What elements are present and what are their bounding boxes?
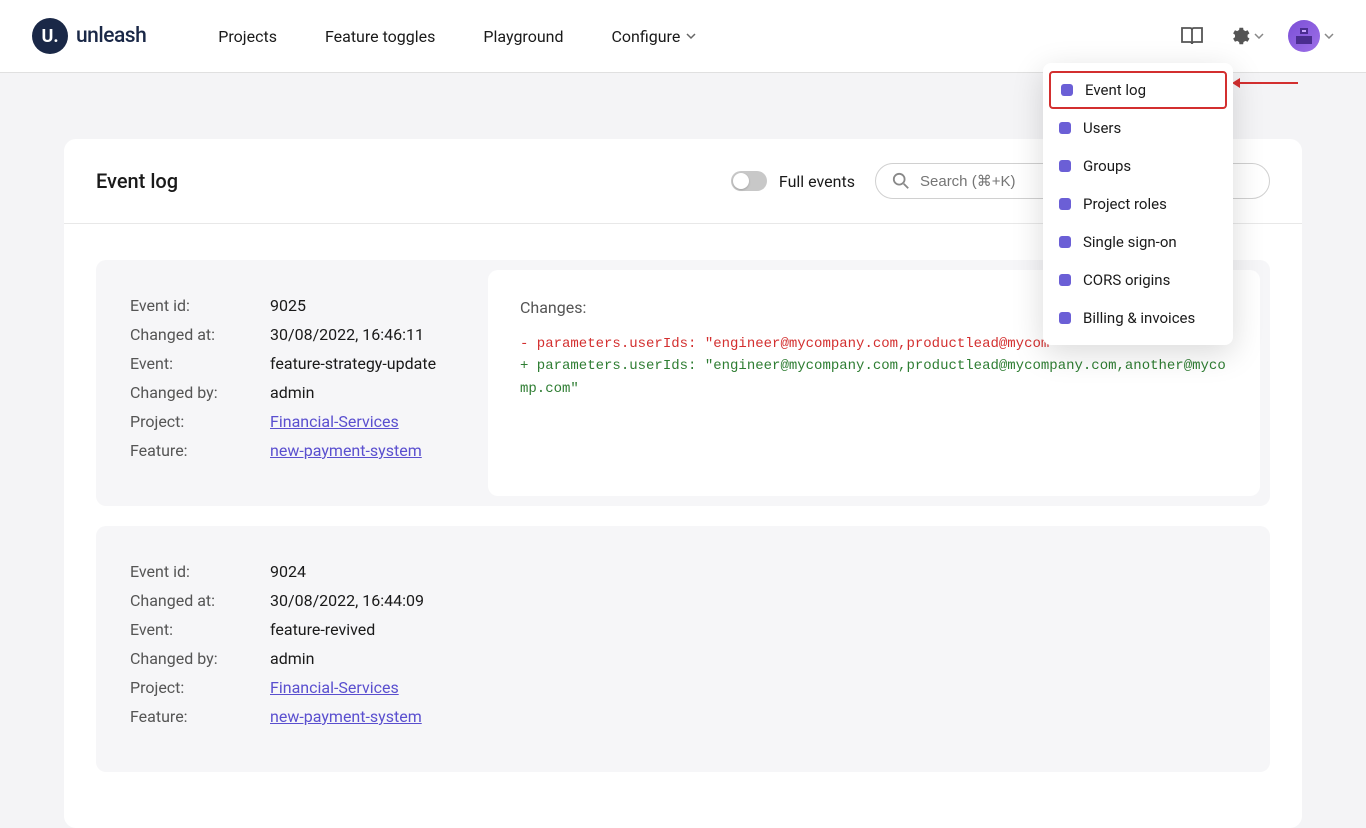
detail-row-feature: Feature: new-payment-system [130, 441, 454, 460]
dropdown-item-billing-invoices[interactable]: Billing & invoices [1043, 299, 1233, 337]
user-menu-trigger[interactable] [1288, 20, 1334, 52]
detail-row-changed-at: Changed at: 30/08/2022, 16:44:09 [130, 591, 454, 610]
dropdown-item-event-log[interactable]: Event log [1049, 71, 1227, 109]
event-card: Event id: 9024 Changed at: 30/08/2022, 1… [96, 526, 1270, 772]
detail-label: Changed at: [130, 325, 270, 344]
toggle-knob [733, 173, 749, 189]
detail-label: Event id: [130, 296, 270, 315]
chevron-down-icon [1254, 33, 1264, 39]
detail-value: 9025 [270, 296, 306, 315]
logo[interactable]: U. unleash [32, 18, 146, 54]
dropdown-item-project-roles[interactable]: Project roles [1043, 185, 1233, 223]
dropdown-item-cors-origins[interactable]: CORS origins [1043, 261, 1233, 299]
detail-value: feature-strategy-update [270, 354, 436, 373]
detail-row-project: Project: Financial-Services [130, 412, 454, 431]
dropdown-item-single-sign-on[interactable]: Single sign-on [1043, 223, 1233, 261]
detail-row-project: Project: Financial-Services [130, 678, 454, 697]
detail-row-event-id: Event id: 9024 [130, 562, 454, 581]
dropdown-item-users[interactable]: Users [1043, 109, 1233, 147]
detail-value: 30/08/2022, 16:46:11 [270, 325, 424, 344]
dropdown-bullet-icon [1059, 122, 1071, 134]
header-right [1180, 20, 1334, 52]
main-nav: Projects Feature toggles Playground Conf… [218, 27, 696, 46]
chevron-down-icon [1324, 33, 1334, 39]
detail-row-event: Event: feature-revived [130, 620, 454, 639]
toggle-label: Full events [779, 172, 855, 191]
nav-playground[interactable]: Playground [483, 27, 563, 46]
dropdown-item-label: Project roles [1083, 195, 1167, 213]
dropdown-bullet-icon [1059, 274, 1071, 286]
project-link[interactable]: Financial-Services [270, 412, 399, 431]
arrow-annotation [1240, 82, 1298, 84]
detail-label: Changed by: [130, 649, 270, 668]
settings-dropdown: Event log Users Groups Project roles Sin… [1043, 63, 1233, 345]
detail-label: Project: [130, 678, 270, 697]
detail-row-event: Event: feature-strategy-update [130, 354, 454, 373]
detail-value: admin [270, 383, 314, 402]
dropdown-item-label: CORS origins [1083, 271, 1170, 289]
dropdown-bullet-icon [1059, 160, 1071, 172]
logo-text: unleash [76, 24, 146, 48]
dropdown-item-label: Groups [1083, 157, 1131, 175]
detail-label: Feature: [130, 441, 270, 460]
detail-label: Event id: [130, 562, 270, 581]
dropdown-item-label: Users [1083, 119, 1121, 137]
nav-configure[interactable]: Configure [612, 27, 697, 46]
detail-value: 9024 [270, 562, 306, 581]
logo-icon: U. [32, 18, 68, 54]
detail-row-changed-by: Changed by: admin [130, 383, 454, 402]
detail-label: Feature: [130, 707, 270, 726]
detail-value: feature-revived [270, 620, 375, 639]
detail-label: Event: [130, 620, 270, 639]
dropdown-item-label: Billing & invoices [1083, 309, 1195, 327]
feature-link[interactable]: new-payment-system [270, 441, 422, 460]
detail-label: Event: [130, 354, 270, 373]
chevron-down-icon [686, 31, 696, 41]
project-link[interactable]: Financial-Services [270, 678, 399, 697]
detail-row-changed-by: Changed by: admin [130, 649, 454, 668]
feature-link[interactable]: new-payment-system [270, 707, 422, 726]
event-details: Event id: 9024 Changed at: 30/08/2022, 1… [96, 526, 488, 772]
full-events-toggle-group: Full events [731, 171, 855, 191]
detail-row-feature: Feature: new-payment-system [130, 707, 454, 726]
detail-row-event-id: Event id: 9025 [130, 296, 454, 315]
avatar [1288, 20, 1320, 52]
event-details: Event id: 9025 Changed at: 30/08/2022, 1… [96, 260, 488, 506]
gear-icon [1228, 25, 1250, 47]
detail-value: admin [270, 649, 314, 668]
detail-label: Changed at: [130, 591, 270, 610]
detail-value: 30/08/2022, 16:44:09 [270, 591, 424, 610]
dropdown-item-label: Single sign-on [1083, 233, 1177, 251]
avatar-icon [1294, 26, 1314, 46]
search-icon [892, 172, 910, 190]
nav-feature-toggles[interactable]: Feature toggles [325, 27, 435, 46]
settings-menu-trigger[interactable] [1228, 25, 1264, 47]
dropdown-item-groups[interactable]: Groups [1043, 147, 1233, 185]
dropdown-bullet-icon [1059, 236, 1071, 248]
diff-added: + parameters.userIds: "engineer@mycompan… [520, 355, 1228, 400]
full-events-toggle[interactable] [731, 171, 767, 191]
detail-row-changed-at: Changed at: 30/08/2022, 16:46:11 [130, 325, 454, 344]
detail-label: Project: [130, 412, 270, 431]
dropdown-bullet-icon [1059, 312, 1071, 324]
nav-configure-label: Configure [612, 27, 681, 46]
nav-projects[interactable]: Projects [218, 27, 277, 46]
dropdown-bullet-icon [1059, 198, 1071, 210]
dropdown-bullet-icon [1061, 84, 1073, 96]
page-title: Event log [96, 169, 178, 193]
docs-icon[interactable] [1180, 26, 1204, 46]
detail-label: Changed by: [130, 383, 270, 402]
dropdown-item-label: Event log [1085, 81, 1146, 99]
